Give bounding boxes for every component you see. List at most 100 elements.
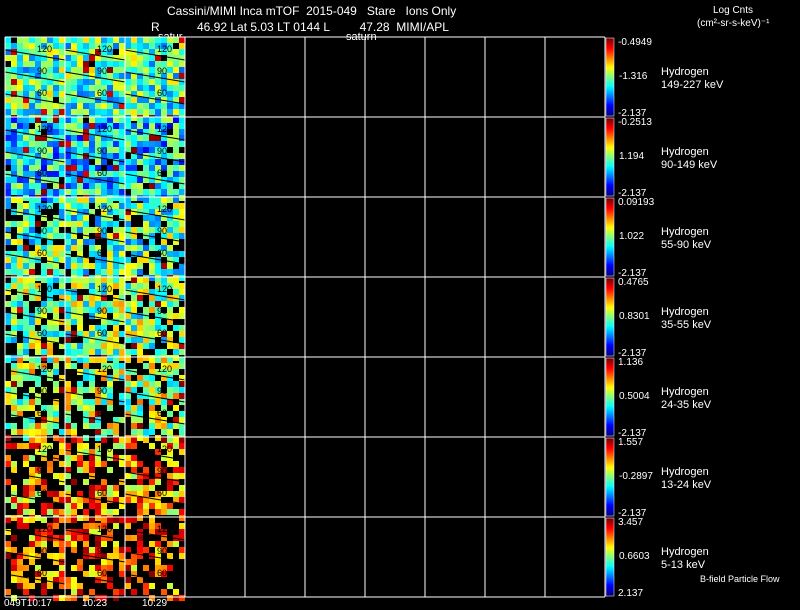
image-pixel xyxy=(83,387,89,393)
image-pixel xyxy=(53,233,59,239)
image-pixel xyxy=(23,117,29,123)
image-pixel xyxy=(137,357,143,363)
image-pixel xyxy=(149,159,155,165)
image-pixel xyxy=(65,381,71,387)
image-pixel xyxy=(113,153,119,159)
contour-label: 90 xyxy=(157,466,167,476)
image-pixel xyxy=(29,165,35,171)
image-pixel xyxy=(113,547,119,553)
image-pixel xyxy=(113,277,119,283)
image-pixel xyxy=(143,387,149,393)
image-pixel xyxy=(23,215,29,221)
image-pixel xyxy=(107,117,113,123)
image-pixel xyxy=(17,375,23,381)
image-pixel xyxy=(53,325,59,331)
contour-label: 120 xyxy=(37,284,52,294)
image-pixel xyxy=(83,85,89,91)
image-pixel xyxy=(59,277,65,283)
image-pixel xyxy=(161,423,167,429)
image-pixel xyxy=(17,277,23,283)
image-pixel xyxy=(17,197,23,203)
image-pixel xyxy=(173,461,179,467)
image-pixel xyxy=(23,517,29,523)
image-pixel xyxy=(137,577,143,583)
image-pixel xyxy=(161,503,167,509)
image-pixel xyxy=(83,571,89,577)
image-pixel xyxy=(17,97,23,103)
image-pixel xyxy=(131,85,137,91)
image-pixel xyxy=(119,289,125,295)
image-pixel xyxy=(83,67,89,73)
image-pixel xyxy=(179,289,185,295)
image-pixel xyxy=(23,251,29,257)
image-pixel xyxy=(131,239,137,245)
image-pixel xyxy=(95,349,101,355)
image-pixel xyxy=(77,85,83,91)
image-pixel xyxy=(53,141,59,147)
image-pixel xyxy=(59,577,65,583)
image-pixel xyxy=(101,269,107,275)
image-pixel xyxy=(179,269,185,275)
contour-label: 120 xyxy=(37,44,52,54)
contour-label: 120 xyxy=(37,124,52,134)
image-pixel xyxy=(11,565,17,571)
image-pixel xyxy=(65,357,71,363)
image-pixel xyxy=(71,387,77,393)
image-pixel xyxy=(137,159,143,165)
image-pixel xyxy=(23,349,29,355)
image-pixel xyxy=(107,405,113,411)
image-pixel xyxy=(143,43,149,49)
image-pixel xyxy=(173,37,179,43)
contour-label: 60 xyxy=(97,248,107,258)
image-pixel xyxy=(47,61,53,67)
energy-label: 5-13 keV xyxy=(661,559,706,571)
image-pixel xyxy=(71,437,77,443)
image-pixel xyxy=(125,517,131,523)
image-pixel xyxy=(107,393,113,399)
image-pixel xyxy=(47,221,53,227)
image-pixel xyxy=(47,153,53,159)
image-pixel xyxy=(83,165,89,171)
image-pixel xyxy=(131,565,137,571)
image-pixel xyxy=(131,269,137,275)
image-pixel xyxy=(119,269,125,275)
image-pixel xyxy=(167,117,173,123)
image-pixel xyxy=(59,197,65,203)
image-pixel xyxy=(59,497,65,503)
image-pixel xyxy=(95,429,101,435)
image-pixel xyxy=(143,503,149,509)
image-pixel xyxy=(59,517,65,523)
image-pixel xyxy=(59,269,65,275)
image-pixel xyxy=(137,141,143,147)
image-pixel xyxy=(71,141,77,147)
image-pixel xyxy=(23,343,29,349)
image-pixel xyxy=(71,589,77,595)
image-pixel xyxy=(77,177,83,183)
image-pixel xyxy=(125,399,131,405)
image-pixel xyxy=(17,165,23,171)
image-pixel xyxy=(65,595,71,601)
image-pixel xyxy=(41,79,47,85)
image-pixel xyxy=(119,497,125,503)
image-pixel xyxy=(143,197,149,203)
image-pixel xyxy=(35,37,41,43)
image-pixel xyxy=(11,197,17,203)
image-pixel xyxy=(17,523,23,529)
image-pixel xyxy=(137,55,143,61)
image-pixel xyxy=(179,387,185,393)
image-pixel xyxy=(179,109,185,115)
colorbar-mid: -0.2897 xyxy=(619,471,653,482)
image-pixel xyxy=(125,109,131,115)
image-pixel xyxy=(125,177,131,183)
contour-label: 90 xyxy=(157,66,167,76)
image-pixel xyxy=(65,37,71,43)
image-pixel xyxy=(113,147,119,153)
colorbar-max: 0.4765 xyxy=(618,277,649,288)
image-pixel xyxy=(179,411,185,417)
image-pixel xyxy=(11,399,17,405)
image-pixel xyxy=(11,467,17,473)
image-pixel xyxy=(149,117,155,123)
image-pixel xyxy=(41,263,47,269)
image-pixel xyxy=(59,165,65,171)
image-pixel xyxy=(17,109,23,115)
